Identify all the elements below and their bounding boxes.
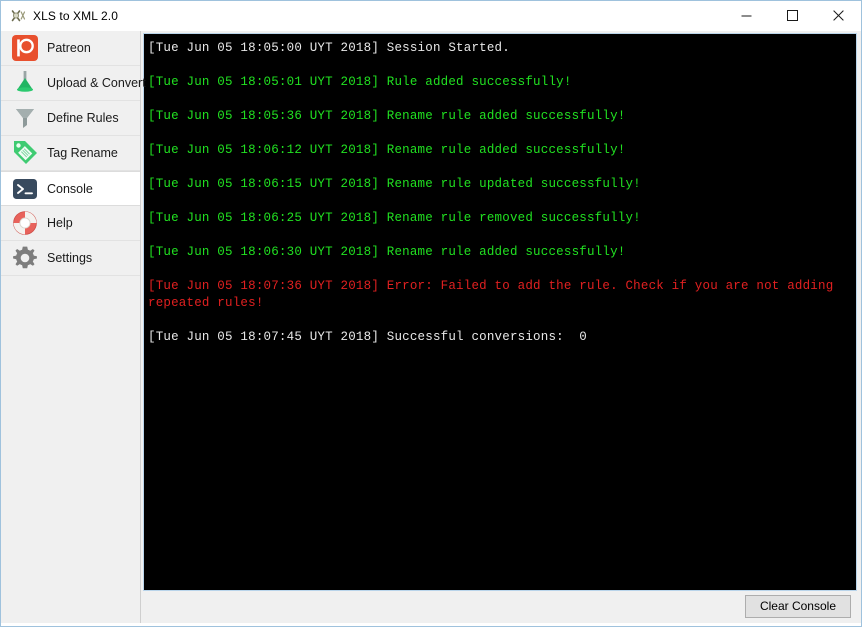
window-bottom-edge — [1, 623, 861, 626]
console-line: [Tue Jun 05 18:05:01 UYT 2018] Rule adde… — [148, 75, 572, 89]
minimize-button[interactable] — [723, 1, 769, 31]
minimize-icon — [741, 9, 752, 24]
sidebar-item-help[interactable]: Help — [1, 206, 140, 241]
sidebar-item-patreon[interactable]: Patreon — [1, 31, 140, 66]
sidebar-item-tag-rename[interactable]: Tag Rename — [1, 136, 140, 171]
console-line: [Tue Jun 05 18:06:30 UYT 2018] Rename ru… — [148, 245, 626, 259]
sidebar-item-label: Help — [47, 216, 73, 230]
clear-console-button[interactable]: Clear Console — [744, 594, 851, 618]
sidebar-item-label: Define Rules — [47, 111, 119, 125]
sidebar-item-upload-convert[interactable]: Upload & Convert — [1, 66, 146, 101]
console-line: [Tue Jun 05 18:07:36 UYT 2018] Error: Fa… — [148, 279, 842, 310]
app-window: XLS to XML 2.0 Patreon Upload & Convert … — [0, 0, 862, 627]
funnel-icon — [11, 104, 39, 132]
gear-icon — [11, 244, 39, 272]
maximize-icon — [786, 9, 798, 24]
sidebar-item-label: Upload & Convert — [47, 76, 146, 90]
sidebar-item-settings[interactable]: Settings — [1, 241, 140, 276]
sidebar-item-label: Settings — [47, 251, 93, 265]
app-icon — [10, 8, 26, 24]
console-line: [Tue Jun 05 18:06:25 UYT 2018] Rename ru… — [148, 211, 641, 225]
window-controls — [723, 1, 861, 31]
funnel-up-icon — [11, 69, 39, 97]
sidebar: Patreon Upload & Convert Define Rules Ta… — [1, 31, 146, 623]
sidebar-item-console[interactable]: Console — [1, 171, 140, 206]
main-body: Patreon Upload & Convert Define Rules Ta… — [1, 31, 861, 623]
sidebar-filler — [1, 276, 140, 623]
window-title: XLS to XML 2.0 — [33, 9, 119, 23]
status-bar: Clear Console — [143, 591, 857, 621]
patreon-icon — [11, 34, 39, 62]
sidebar-item-label: Tag Rename — [47, 146, 118, 160]
console-line: [Tue Jun 05 18:05:36 UYT 2018] Rename ru… — [148, 109, 626, 123]
maximize-button[interactable] — [769, 1, 815, 31]
console-line: [Tue Jun 05 18:06:15 UYT 2018] Rename ru… — [148, 177, 641, 191]
lifebuoy-icon — [11, 209, 39, 237]
console-output[interactable]: [Tue Jun 05 18:05:00 UYT 2018] Session S… — [143, 33, 857, 591]
console-line: [Tue Jun 05 18:06:12 UYT 2018] Rename ru… — [148, 143, 626, 157]
close-icon — [832, 9, 844, 24]
tag-icon — [11, 139, 39, 167]
sidebar-item-define-rules[interactable]: Define Rules — [1, 101, 140, 136]
console-line: [Tue Jun 05 18:05:00 UYT 2018] Session S… — [148, 41, 510, 55]
close-button[interactable] — [815, 1, 861, 31]
sidebar-item-label: Patreon — [47, 41, 91, 55]
main-panel: [Tue Jun 05 18:05:00 UYT 2018] Session S… — [141, 31, 861, 623]
console-line: [Tue Jun 05 18:07:45 UYT 2018] Successfu… — [148, 330, 587, 344]
sidebar-item-label: Console — [47, 181, 93, 196]
title-bar: XLS to XML 2.0 — [1, 1, 861, 31]
terminal-icon — [11, 175, 39, 203]
